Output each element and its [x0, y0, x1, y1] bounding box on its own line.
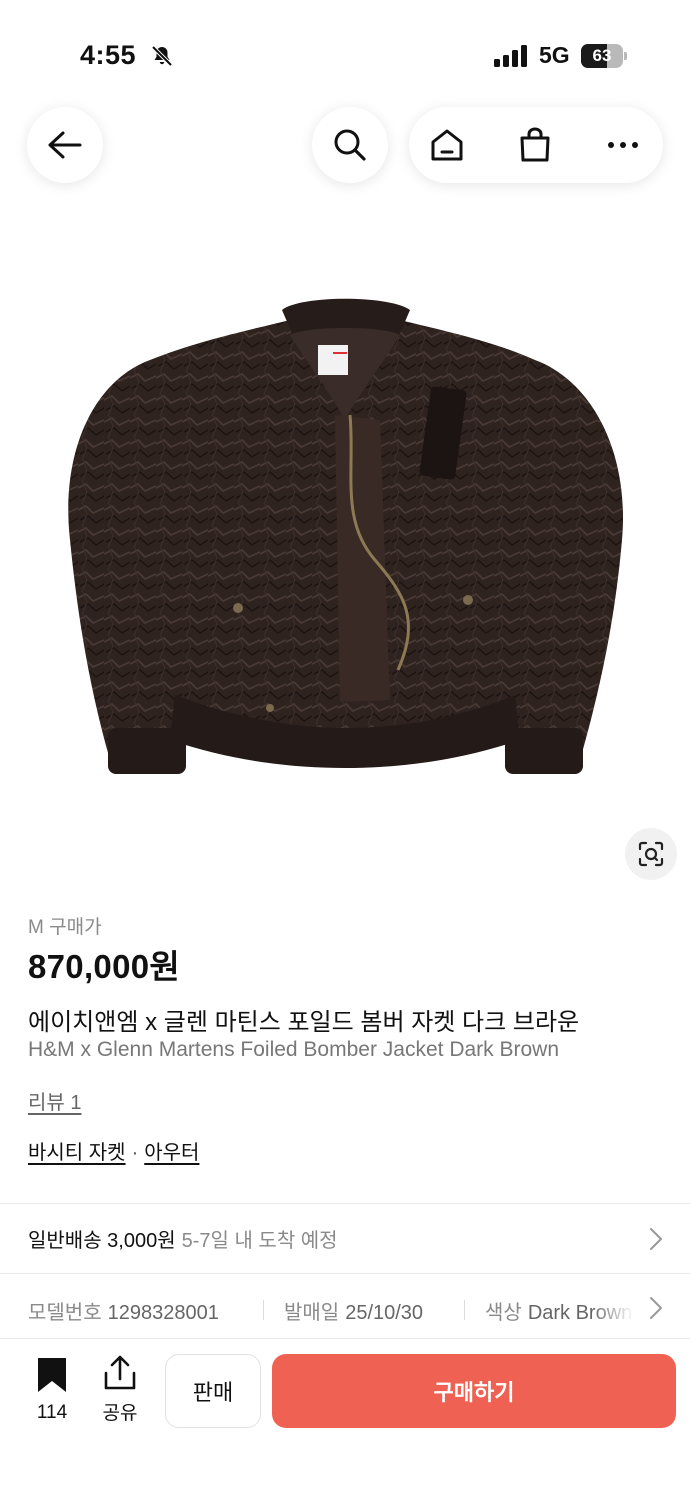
- home-button[interactable]: [409, 107, 485, 183]
- bell-muted-icon: [151, 45, 173, 67]
- shipping-eta: 5-7일 내 도착 예정: [181, 1230, 338, 1252]
- spec-separator: [464, 1300, 465, 1320]
- product-image[interactable]: [0, 240, 690, 860]
- shopping-bag-button[interactable]: [497, 107, 573, 183]
- network-label: 5G: [539, 42, 570, 68]
- spec-label: 색상: [485, 1302, 522, 1324]
- wishlist-count: 114: [36, 1402, 68, 1423]
- shipping-info: 일반배송 3,000원 5-7일 내 도착 예정: [28, 1224, 338, 1253]
- category-breadcrumb: 바시티 자켓 · 아우터: [28, 1136, 199, 1165]
- wishlist-button[interactable]: 114: [30, 1357, 74, 1424]
- chevron-right-icon: [650, 1297, 662, 1319]
- spec-release-date: 발매일 25/10/30: [284, 1296, 423, 1325]
- product-price: 870,000원: [28, 948, 181, 985]
- size-price-label: M 구매가: [28, 917, 102, 938]
- product-name-english: H&M x Glenn Martens Foiled Bomber Jacket…: [28, 1038, 560, 1061]
- bookmark-icon: [38, 1358, 66, 1392]
- back-button[interactable]: [27, 107, 103, 183]
- shopping-bag-icon: [520, 127, 550, 162]
- share-button[interactable]: 공유: [98, 1355, 142, 1425]
- home-icon: [431, 129, 463, 161]
- more-button[interactable]: [585, 107, 661, 183]
- product-name-korean: 에이치앤엠 x 글렌 마틴스 포일드 봄버 자켓 다크 브라운: [28, 1009, 580, 1036]
- category-link-outer[interactable]: 아우터: [144, 1142, 199, 1164]
- status-bar: 4:55 5G 63: [0, 0, 690, 100]
- status-time: 4:55: [80, 40, 137, 70]
- spec-value: 1298328001: [107, 1302, 219, 1324]
- buy-button[interactable]: 구매하기: [272, 1354, 676, 1428]
- battery-icon: 63: [581, 44, 627, 68]
- more-icon: [608, 142, 638, 148]
- shipping-row[interactable]: 일반배송 3,000원 5-7일 내 도착 예정: [0, 1204, 690, 1272]
- shipping-label: 일반배송 3,000원: [28, 1230, 176, 1252]
- sell-button[interactable]: 판매: [165, 1354, 261, 1428]
- nav-action-group: [409, 107, 663, 183]
- bottom-action-bar: 114 공유 판매 구매하기: [0, 1338, 690, 1500]
- review-link[interactable]: 리뷰 1: [28, 1086, 81, 1115]
- spec-separator: [263, 1300, 264, 1320]
- spec-label: 모델번호: [28, 1302, 102, 1324]
- spec-model-number: 모델번호 1298328001: [28, 1296, 219, 1325]
- search-icon: [334, 129, 366, 161]
- share-label: 공유: [102, 1403, 138, 1424]
- battery-percent: 63: [592, 46, 612, 65]
- back-arrow-icon: [48, 131, 82, 159]
- signal-icon: [494, 45, 527, 67]
- spec-value: 25/10/30: [345, 1302, 424, 1324]
- search-button[interactable]: [312, 107, 388, 183]
- chevron-right-icon: [650, 1228, 662, 1250]
- spec-label: 발매일: [284, 1302, 340, 1324]
- image-search-button[interactable]: [625, 828, 677, 880]
- category-separator: ·: [131, 1142, 139, 1164]
- category-link-varsity-jacket[interactable]: 바시티 자켓: [28, 1142, 126, 1164]
- image-search-icon: [638, 841, 664, 867]
- share-icon: [104, 1355, 136, 1390]
- spec-row[interactable]: 모델번호 1298328001 발매일 25/10/30 색상 Dark Brown: [0, 1274, 690, 1338]
